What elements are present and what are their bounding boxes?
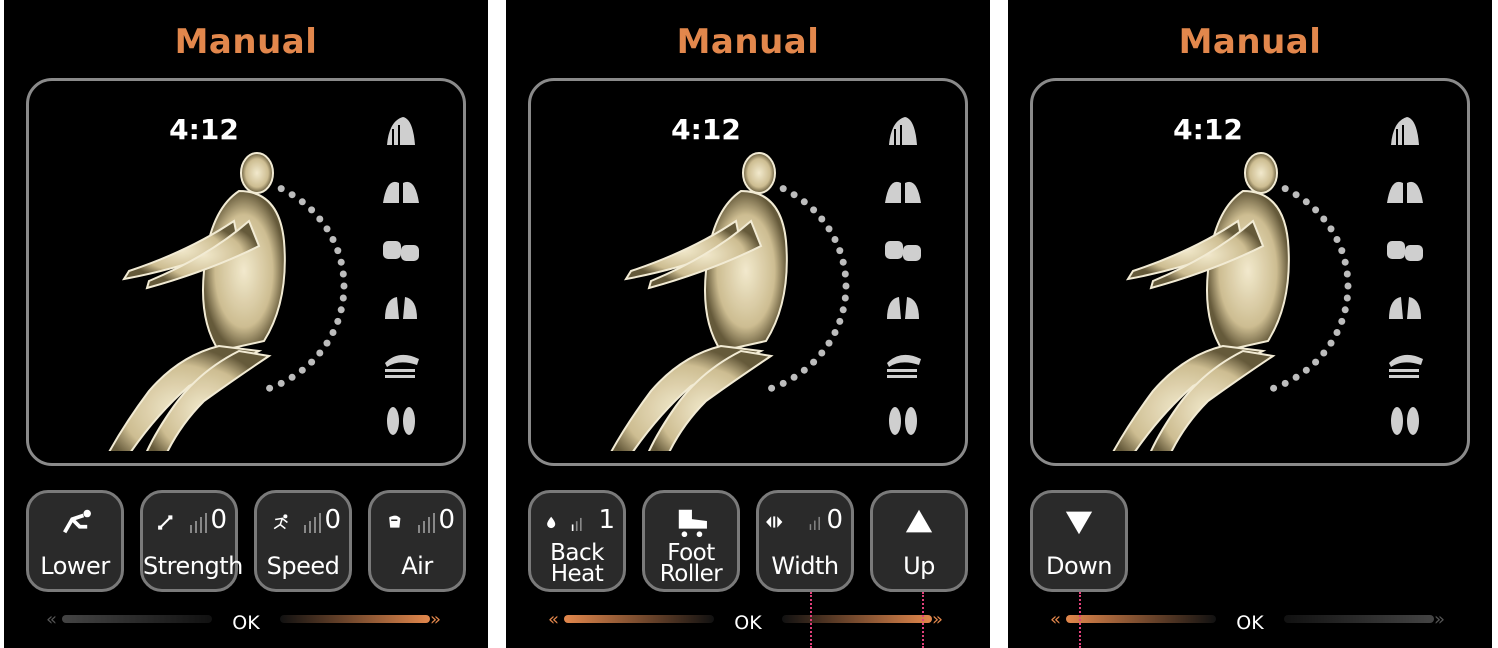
pin-marker-width: [810, 592, 812, 648]
speed-label: Speed: [266, 552, 340, 580]
lower-button[interactable]: Lower: [26, 490, 124, 592]
level-bars-icon: [571, 517, 582, 531]
air-level: 0: [438, 505, 455, 535]
foot-roller-label: Foot Roller: [659, 540, 723, 587]
screen-panel-2: Manual 4:12 1 Back Heat Foot Roller 0 Wi…: [506, 0, 990, 648]
speed-button[interactable]: 0 Speed: [254, 490, 352, 592]
button-row: Lower 0 Strength 0 Speed 0 Air: [4, 490, 488, 596]
air-button[interactable]: 0 Air: [368, 490, 466, 592]
body-viewport: 4:12: [1030, 78, 1470, 466]
screen-panel-1: Manual 4:12 Lower 0 Strength 0 Speed 0 A…: [4, 0, 488, 648]
up-label: Up: [903, 552, 935, 580]
hand-knead-icon[interactable]: [1383, 111, 1427, 151]
hand-fist-icon[interactable]: [379, 227, 423, 267]
body-figure-image: [610, 152, 788, 451]
hand-tap-icon[interactable]: [379, 285, 423, 325]
hand-press-icon[interactable]: [379, 343, 423, 383]
speed-level: 0: [324, 505, 341, 535]
ok-label[interactable]: OK: [4, 612, 488, 634]
up-button[interactable]: Up: [870, 490, 968, 592]
hand-clap-icon[interactable]: [881, 169, 925, 209]
hand-tap-icon[interactable]: [881, 285, 925, 325]
hand-knead-icon[interactable]: [881, 111, 925, 151]
down-button[interactable]: Down: [1030, 490, 1128, 592]
timer-display: 4:12: [1173, 113, 1243, 146]
massage-mode-icons: [881, 111, 931, 459]
foot-icon[interactable]: [881, 401, 925, 441]
body-viewport: 4:12: [26, 78, 466, 466]
level-bars-icon: [418, 513, 435, 533]
air-label: Air: [401, 552, 433, 580]
button-row: 1 Back Heat Foot Roller 0 Width Up: [506, 490, 990, 596]
level-bars-icon: [809, 516, 820, 530]
foot-icon[interactable]: [379, 401, 423, 441]
body-figure-image: [108, 152, 286, 451]
up-triangle-icon: [905, 509, 933, 533]
level-bars-icon: [190, 513, 207, 533]
massage-mode-icons: [1383, 111, 1433, 459]
hand-fist-icon[interactable]: [1383, 227, 1427, 267]
hand-clap-icon[interactable]: [379, 169, 423, 209]
recline-icon: [63, 509, 91, 534]
body-viewport: 4:12: [528, 78, 968, 466]
level-bars-icon: [304, 513, 321, 533]
width-level: 0: [826, 505, 843, 535]
massage-mode-icons: [379, 111, 429, 459]
button-row: Down: [1008, 490, 1492, 596]
down-triangle-icon: [1065, 511, 1093, 535]
pin-marker-up: [922, 592, 924, 648]
down-label: Down: [1045, 552, 1113, 580]
timer-display: 4:12: [169, 113, 239, 146]
body-figure-image: [1112, 152, 1290, 451]
page-title: Manual: [174, 22, 318, 62]
strength-label: Strength: [143, 552, 243, 580]
timer-display: 4:12: [671, 113, 741, 146]
lower-label: Lower: [40, 552, 110, 580]
roller-icon: [678, 509, 707, 538]
hand-knead-icon[interactable]: [379, 111, 423, 151]
hand-press-icon[interactable]: [881, 343, 925, 383]
width-button[interactable]: 0 Width: [756, 490, 854, 592]
page-title: Manual: [1178, 22, 1322, 62]
back-heat-label: Back Heat: [550, 540, 604, 587]
pin-marker-down: [1079, 592, 1081, 648]
page-title: Manual: [676, 22, 820, 62]
strength-level: 0: [210, 505, 227, 535]
screen-panel-3: Manual 4:12 Down « » OK: [1008, 0, 1492, 648]
foot-roller-button[interactable]: Foot Roller: [642, 490, 740, 592]
hand-fist-icon[interactable]: [881, 227, 925, 267]
strength-button[interactable]: 0 Strength: [140, 490, 243, 592]
width-label: Width: [771, 552, 839, 580]
hand-press-icon[interactable]: [1383, 343, 1427, 383]
back-heat-button[interactable]: 1 Back Heat: [528, 490, 626, 592]
hand-tap-icon[interactable]: [1383, 285, 1427, 325]
ok-label[interactable]: OK: [506, 612, 990, 634]
back-heat-level: 1: [598, 505, 615, 535]
width-icon: [766, 516, 783, 528]
foot-icon[interactable]: [1383, 401, 1427, 441]
hand-clap-icon[interactable]: [1383, 169, 1427, 209]
